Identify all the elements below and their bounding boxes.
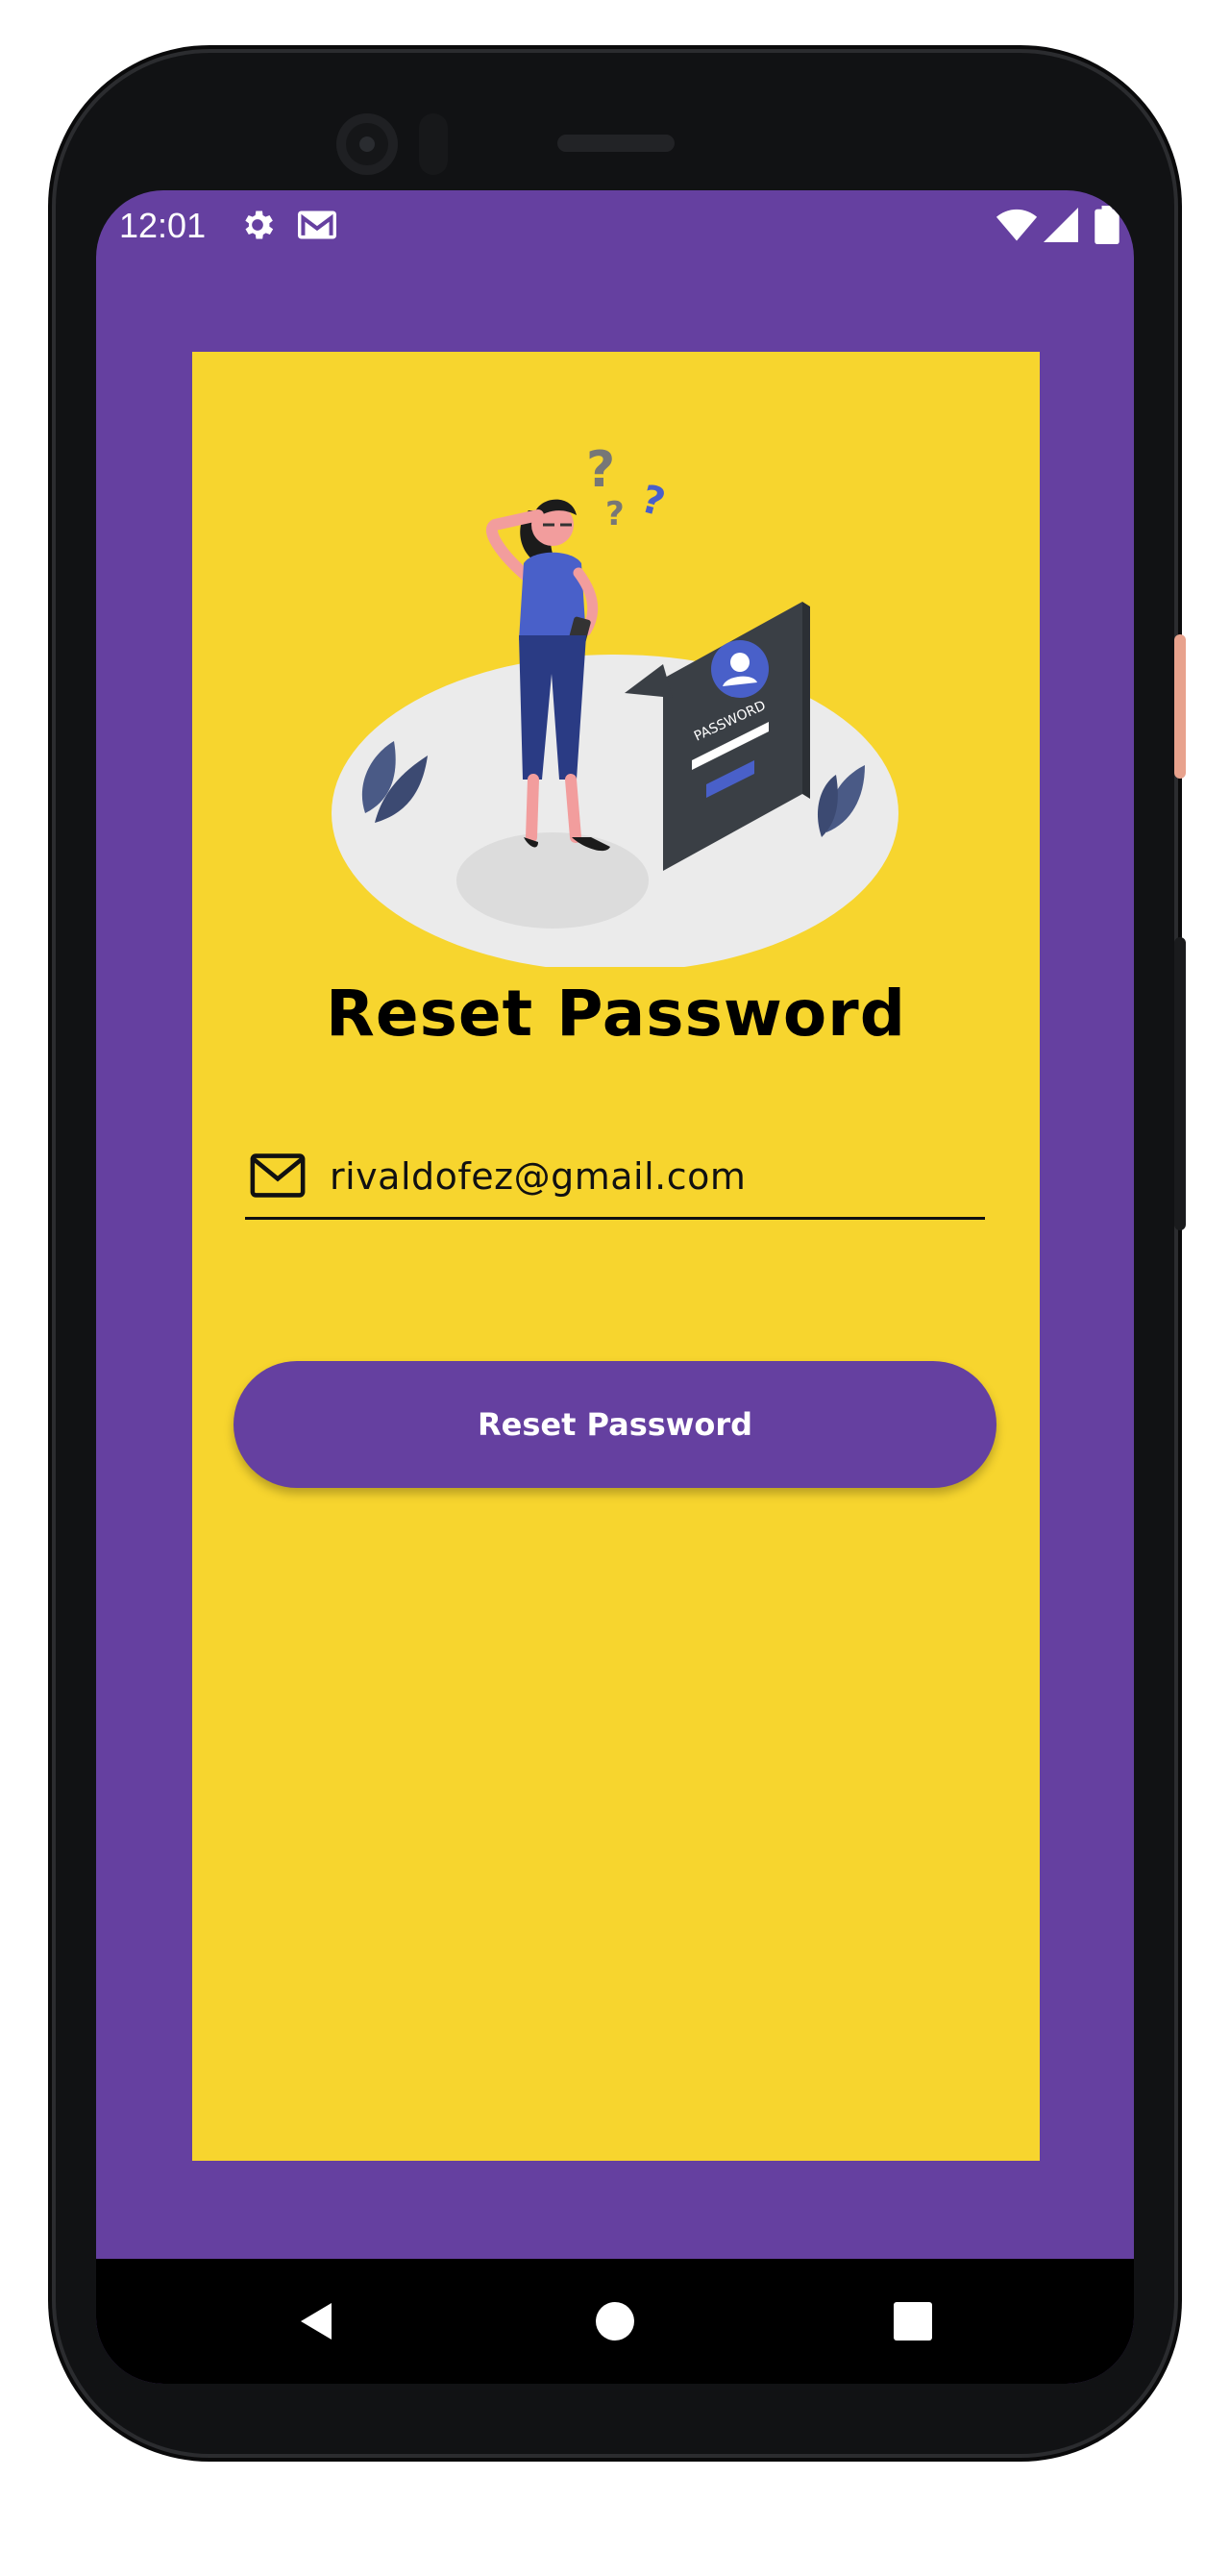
app-screen: 12:01 PASSWORD ? ? ? Reset Password riva… <box>96 190 1134 2384</box>
navigation-bar <box>96 2259 1134 2384</box>
earpiece-speaker <box>557 135 675 152</box>
gear-icon <box>245 211 274 239</box>
battery-icon <box>1095 206 1119 244</box>
back-icon[interactable] <box>293 2297 341 2345</box>
volume-button <box>1174 937 1186 1230</box>
front-camera <box>336 113 398 175</box>
reset-password-button[interactable]: Reset Password <box>234 1361 996 1488</box>
signal-icon <box>1044 208 1078 242</box>
email-input-value[interactable]: rivaldofez@gmail.com <box>330 1155 746 1198</box>
svg-text:?: ? <box>605 495 625 533</box>
status-bar: 12:01 <box>96 190 1134 258</box>
svg-text:?: ? <box>586 441 615 499</box>
wifi-icon <box>996 209 1038 241</box>
proximity-sensor <box>419 113 448 175</box>
power-button <box>1174 634 1186 779</box>
mail-icon <box>250 1153 306 1198</box>
reset-card: PASSWORD ? ? ? Reset Password rivaldofez… <box>192 352 1040 2161</box>
home-icon[interactable] <box>591 2297 639 2345</box>
forgot-password-illustration: PASSWORD ? ? ? <box>332 441 898 967</box>
gmail-icon <box>298 211 336 239</box>
recents-icon[interactable] <box>889 2297 937 2345</box>
page-title: Reset Password <box>326 977 906 1051</box>
status-time: 12:01 <box>119 206 207 245</box>
email-field[interactable]: rivaldofez@gmail.com <box>245 1140 985 1220</box>
svg-text:?: ? <box>636 477 669 525</box>
